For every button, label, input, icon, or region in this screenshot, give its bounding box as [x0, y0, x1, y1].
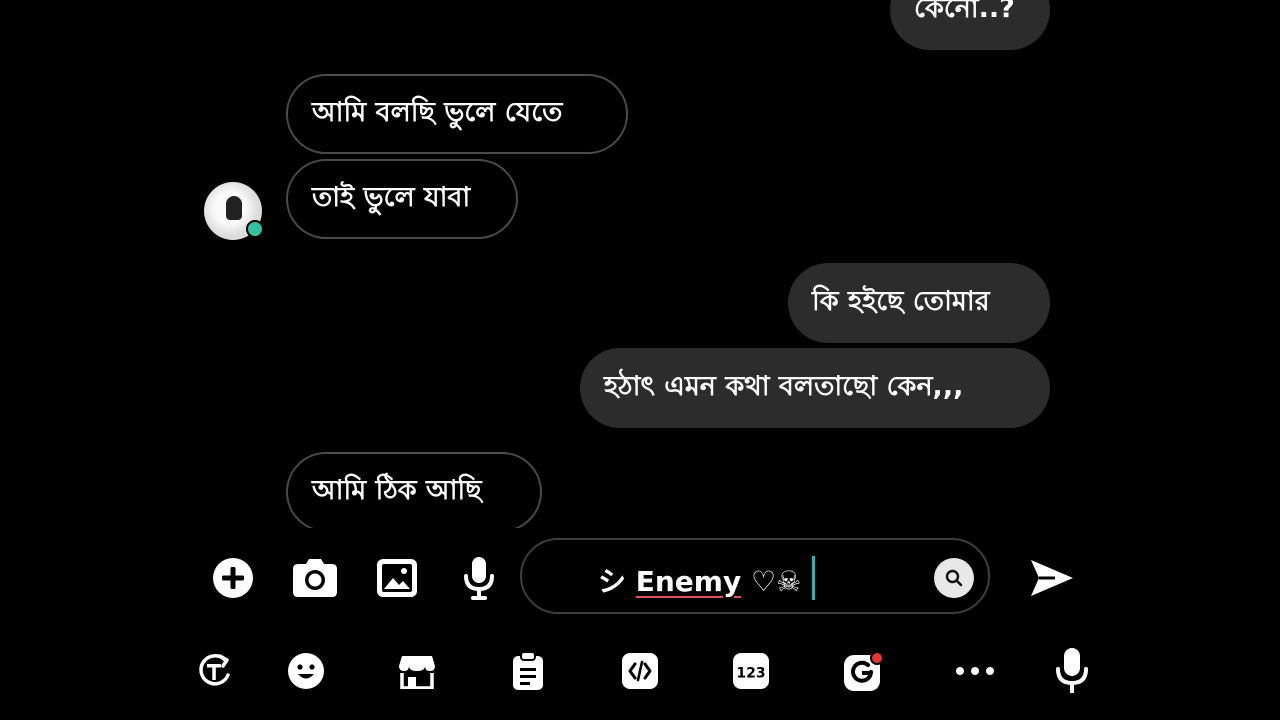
more-options-button[interactable]	[952, 648, 998, 694]
numeric-keypad-icon: 123	[733, 653, 769, 689]
emoji-icon	[288, 653, 324, 689]
message-bubble-incoming[interactable]: আমি বলছি ভুলে যেতে	[286, 74, 628, 154]
message-bubble-incoming[interactable]: আমি ঠিক আছি	[286, 452, 542, 528]
camera-icon	[293, 559, 337, 597]
voice-input-button[interactable]	[1049, 648, 1095, 694]
more-icon	[956, 667, 994, 675]
store-icon	[399, 656, 435, 689]
search-button[interactable]	[934, 558, 974, 598]
gallery-button[interactable]	[374, 555, 420, 601]
store-button[interactable]	[394, 648, 440, 694]
camera-button[interactable]	[292, 555, 338, 601]
voice-message-button[interactable]	[456, 555, 502, 601]
numeric-keypad-label: 123	[736, 666, 765, 682]
input-text-suffix: ♡☠	[741, 565, 802, 598]
text-editing-icon	[622, 653, 658, 689]
search-icon	[945, 569, 963, 587]
numeric-keypad-button[interactable]: 123	[728, 648, 774, 694]
message-bubble-outgoing[interactable]: কি হইছে তোমার	[788, 263, 1050, 343]
translate-button[interactable]	[191, 648, 237, 694]
clipboard-button[interactable]	[505, 648, 551, 694]
add-button[interactable]	[210, 555, 256, 601]
input-text-main: Enemy	[635, 565, 742, 598]
online-status-dot	[246, 220, 264, 238]
image-icon	[377, 559, 417, 597]
message-bubble-outgoing[interactable]: কেনো..?	[890, 0, 1050, 50]
message-thread[interactable]: কেনো..? আমি বলছি ভুলে যেতে তাই ভুলে যাবা…	[0, 0, 1280, 528]
translate-icon	[199, 654, 230, 686]
send-button[interactable]	[1028, 555, 1076, 601]
notification-dot	[870, 651, 884, 665]
input-text-prefix: シ	[598, 565, 636, 598]
settings-button[interactable]	[840, 648, 886, 694]
contact-avatar[interactable]	[204, 182, 264, 240]
avatar-figure	[226, 196, 242, 220]
send-icon	[1031, 560, 1073, 596]
emoji-button[interactable]	[283, 648, 329, 694]
message-input-value: シ Enemy ♡☠	[598, 560, 801, 600]
message-bubble-incoming[interactable]: তাই ভুলে যাবা	[286, 159, 518, 239]
text-caret	[812, 556, 815, 600]
microphone-icon	[464, 557, 494, 600]
message-bubble-outgoing[interactable]: হঠাৎ এমন কথা বলতাছো কেন,,,	[580, 348, 1050, 428]
voice-input-icon	[1056, 648, 1088, 693]
plus-icon	[213, 558, 253, 598]
gboard-settings-icon	[844, 651, 884, 691]
text-editing-button[interactable]	[617, 648, 663, 694]
clipboard-icon	[513, 651, 543, 690]
message-input[interactable]: シ Enemy ♡☠	[520, 538, 990, 614]
